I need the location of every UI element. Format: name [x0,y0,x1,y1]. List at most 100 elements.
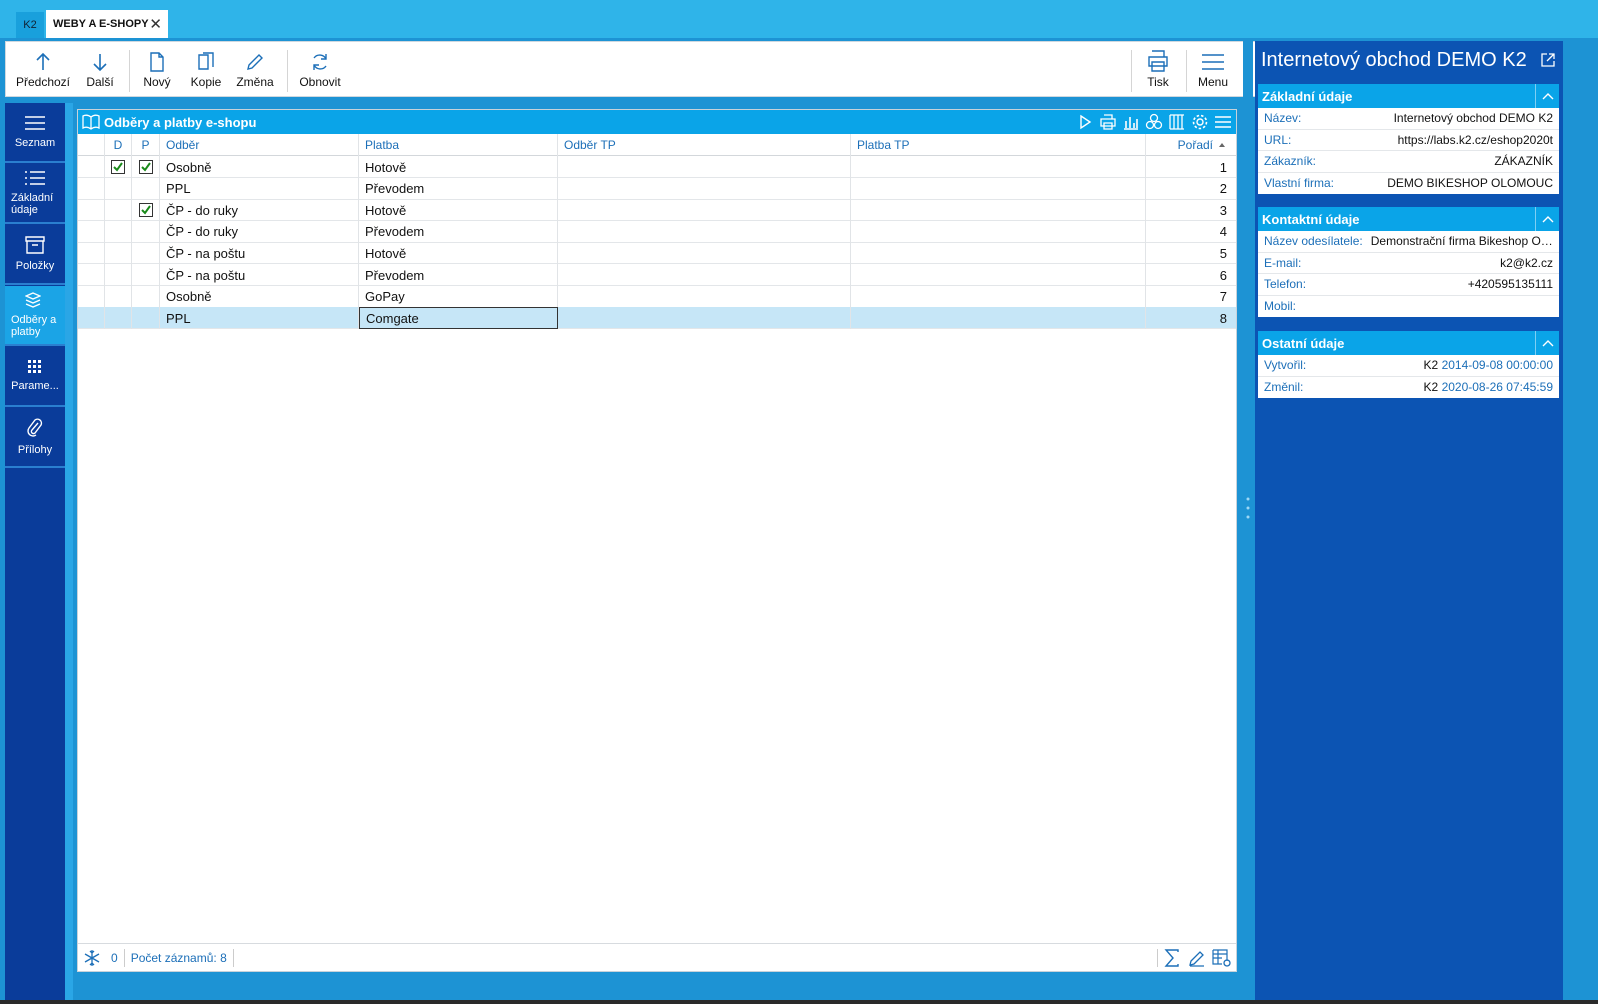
table-row[interactable]: ČP - do ruky Hotově 3 [78,199,1236,222]
cell-p[interactable] [132,220,160,243]
column-header-odber-tp[interactable]: Odběr TP [558,134,851,156]
cell-p[interactable] [132,285,160,308]
print-button[interactable]: Tisk [1138,42,1178,96]
cell-d[interactable] [105,199,132,222]
checkbox-p[interactable] [138,160,153,174]
nav-items[interactable]: Položky [5,225,65,285]
field-mobile: Mobil: [1258,296,1559,318]
row-indicator[interactable] [78,199,105,222]
checkmark-icon [140,205,151,215]
nav-parameters[interactable]: Parame... [5,347,65,407]
print-label: Tisk [1147,75,1169,89]
nav-basic-label-2: údaje [11,204,38,216]
field-url-value[interactable]: https://labs.k2.cz/eshop2020t [1398,133,1553,147]
toolbar: Předchozí Další Nový Kopie Změna Obnovit… [5,41,1268,97]
table-row[interactable]: Osobně GoPay 7 [78,285,1236,308]
field-phone-label: Telefon: [1264,277,1307,292]
section-other-header: Ostatní údaje [1258,331,1559,355]
cell-p[interactable] [132,264,160,286]
menu-label: Menu [1197,75,1229,89]
snowflake-icon[interactable] [83,949,101,967]
nav-attachments[interactable]: Přílohy [5,408,65,468]
field-phone: Telefon: +420595135111 [1258,274,1559,296]
close-icon[interactable]: ✕ [149,15,162,33]
table-row[interactable]: ČP - do ruky Převodem 4 [78,220,1236,243]
table-row[interactable]: PPL Comgate 8 [78,307,1236,330]
checkbox-p[interactable] [138,203,153,218]
collapse-other-button[interactable] [1535,331,1559,355]
row-indicator[interactable] [78,156,105,178]
cell-d[interactable] [105,177,132,200]
column-header-odber[interactable]: Odběr [160,134,359,156]
edit-button[interactable]: Změna [234,42,276,96]
layers-icon [25,292,41,308]
external-link-icon[interactable] [1541,53,1555,67]
cell-p[interactable] [132,307,160,330]
table-settings-icon[interactable] [1212,948,1232,967]
splitter-handle-icon[interactable] [1246,496,1250,520]
row-indicator[interactable] [78,177,105,200]
section-basic-title: Základní údaje [1262,88,1353,104]
checkbox-d[interactable] [111,160,125,174]
cell-d[interactable] [105,285,132,308]
nav-shipping-payments[interactable]: Odběry a platby [5,286,65,346]
field-created-label: Vytvořil: [1264,358,1307,373]
cell-platba[interactable]: Comgate [359,307,558,330]
row-indicator[interactable] [78,264,105,286]
field-sender-value: Demonstrační firma Bikeshop Olo... [1370,234,1553,249]
cell-d[interactable] [105,264,132,286]
table-row[interactable]: Osobně Hotově 1 [78,156,1236,178]
pencil-icon[interactable] [1188,949,1206,967]
gear-icon[interactable] [1191,113,1209,131]
cell-d[interactable] [105,242,132,265]
play-icon[interactable] [1076,113,1094,131]
column-header-d[interactable]: D [105,134,132,156]
cell-d[interactable] [105,220,132,243]
cell-d[interactable] [105,156,132,178]
cell-p[interactable] [132,177,160,200]
cell-poradi: 8 [1219,310,1227,326]
menu-button[interactable]: Menu [1193,42,1233,96]
k2-tab[interactable]: K2 [16,12,44,38]
column-header-platba[interactable]: Platba [359,134,558,156]
cell-p[interactable] [132,242,160,265]
cell-p[interactable] [132,156,160,178]
collapse-basic-button[interactable] [1535,84,1559,108]
column-header-p[interactable]: P [132,134,160,156]
chevron-up-icon [1542,216,1553,223]
field-email-value[interactable]: k2@k2.cz [1500,256,1553,270]
cell-d[interactable] [105,307,132,330]
cell-p[interactable] [132,199,160,222]
sum-icon[interactable] [1164,948,1180,967]
cell-platba-tp [851,264,1146,286]
column-header-poradi[interactable]: Pořadí [1146,134,1234,156]
row-indicator[interactable] [78,242,105,265]
poradi-header-label: Pořadí [1177,138,1213,152]
columns-icon[interactable] [1168,113,1186,131]
row-indicator[interactable] [78,220,105,243]
table-row[interactable]: ČP - na poštu Převodem 6 [78,264,1236,286]
nav-basic-info[interactable]: Základní údaje [5,164,65,224]
field-changed-value: K2 2020-08-26 07:45:59 [1424,380,1553,394]
row-indicator[interactable] [78,307,105,330]
nav-list[interactable]: Seznam [5,103,65,163]
refresh-button[interactable]: Obnovit [296,42,344,96]
chart-icon[interactable] [1122,113,1140,131]
hamburger-icon[interactable] [1214,113,1232,131]
chevron-up-icon [1542,340,1553,347]
next-button[interactable]: Další [80,42,120,96]
table-row[interactable]: PPL Převodem 2 [78,177,1236,200]
cell-odber-tp [558,264,851,286]
cell-odber-tp [558,220,851,243]
collapse-contact-button[interactable] [1535,207,1559,231]
row-indicator[interactable] [78,285,105,308]
field-name-label: Název: [1264,111,1302,126]
new-button[interactable]: Nový [138,42,176,96]
bikes-icon[interactable] [1145,113,1163,131]
print-icon[interactable] [1099,113,1117,131]
tab-weby-a-eshopy[interactable]: WEBY A E-SHOPY ✕ [46,10,168,38]
previous-button[interactable]: Předchozí [14,42,72,96]
copy-button[interactable]: Kopie [186,42,226,96]
column-header-platba-tp[interactable]: Platba TP [851,134,1146,156]
table-row[interactable]: ČP - na poštu Hotově 5 [78,242,1236,265]
